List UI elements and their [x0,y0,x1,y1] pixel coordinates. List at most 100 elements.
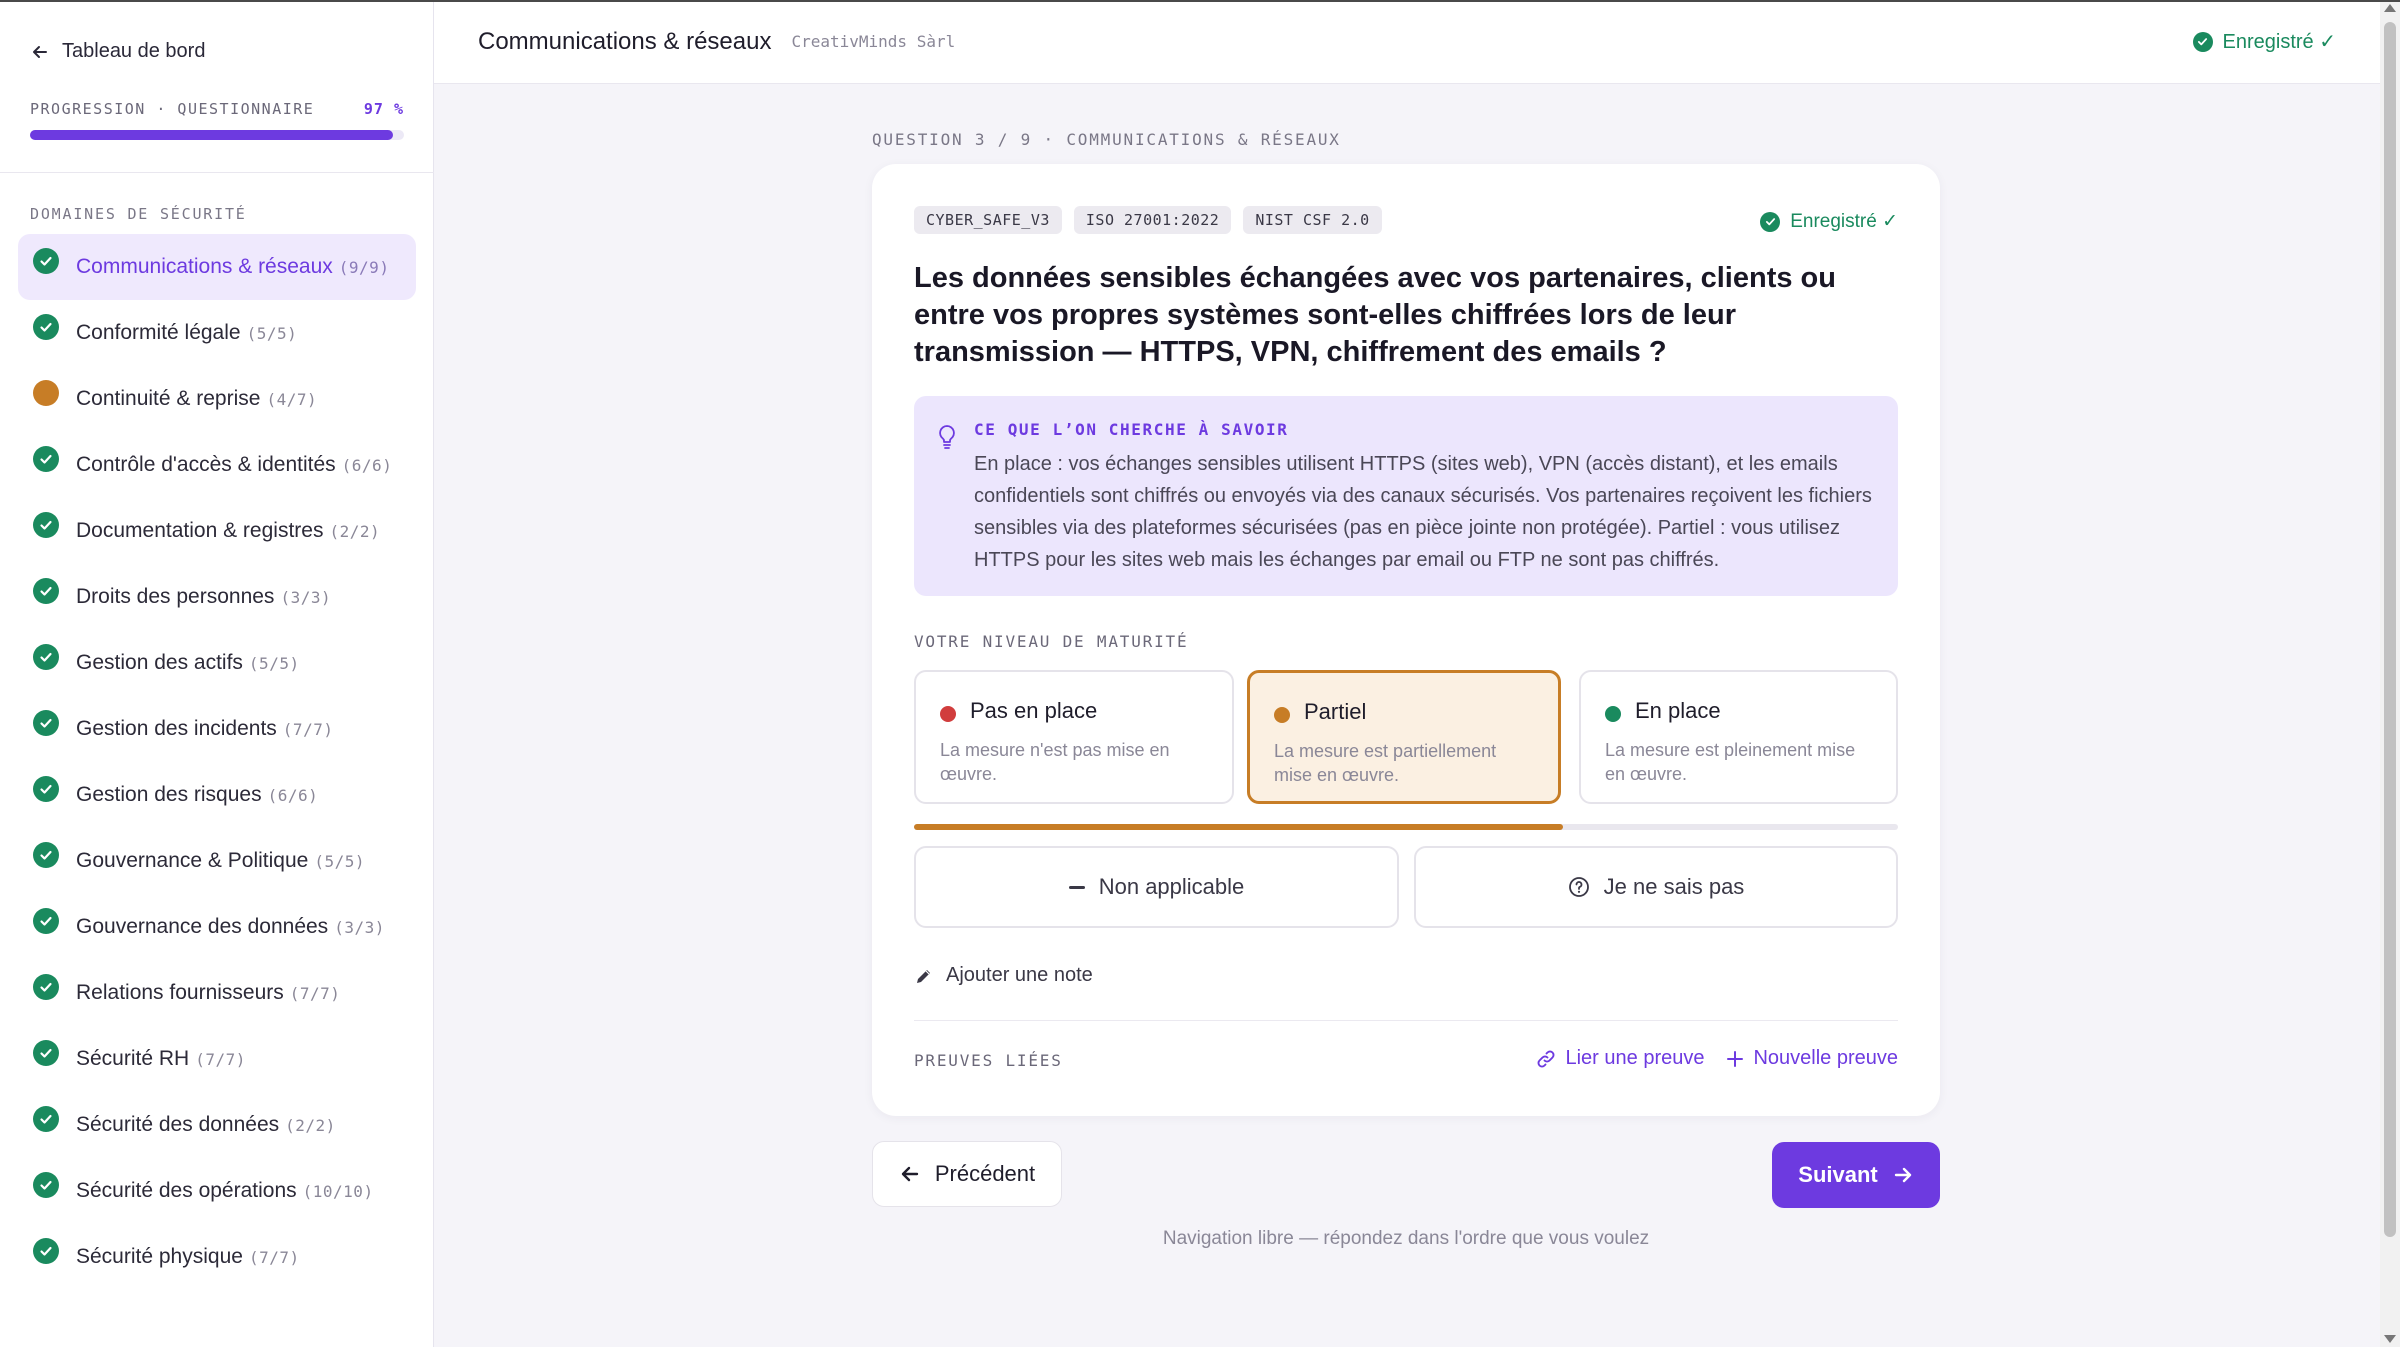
sidebar-item-domain[interactable]: Conformité légale (5/5) [18,300,416,366]
domain-label: Gestion des actifs [76,651,243,674]
dont-know-button[interactable]: Je ne sais pas [1414,846,1898,928]
question-card: CYBER_SAFE_V3 ISO 27001:2022 NIST CSF 2.… [872,164,1940,1116]
proof-actions: Lier une preuve Nouvelle preuve [1536,1047,1898,1070]
domain-count: (7/7) [289,983,341,1003]
maturity-options: Pas en place La mesure n'est pas mise en… [914,670,1898,804]
check-circle-icon [32,1039,60,1067]
domain-label: Gouvernance des données [76,915,329,938]
option-title: Pas en place [970,698,1098,723]
progress-bar [30,130,404,140]
sidebar-item-domain[interactable]: Sécurité des opérations (10/10) [18,1158,416,1224]
back-label: Tableau de bord [62,40,206,62]
back-to-dashboard-link[interactable]: Tableau de bord [30,40,205,63]
check-circle-icon [32,1105,60,1133]
option-partiel[interactable]: Partiel La mesure est partiellement mise… [1247,670,1561,804]
option-en-place[interactable]: En place La mesure est pleinement mise e… [1579,670,1898,804]
check-circle-icon [2192,31,2213,52]
page-title: Communications & réseaux [478,27,772,55]
option-description: La mesure n'est pas mise en œuvre. [940,740,1170,784]
tag-nist: NIST CSF 2.0 [1243,206,1382,234]
new-proof-label: Nouvelle preuve [1753,1047,1898,1069]
check-circle-icon [32,313,60,341]
scrollbar[interactable] [2380,0,2400,1347]
domain-count: (7/7) [248,1247,300,1267]
domain-label: Gestion des risques [76,783,262,806]
hint-box: CE QUE L’ON CHERCHE À SAVOIR En place : … [914,396,1898,596]
check-circle-icon [32,1171,60,1199]
plus-icon [1727,1050,1744,1067]
sidebar-item-domain[interactable]: Gouvernance des données (3/3) [18,894,416,960]
domain-label: Relations fournisseurs [76,981,284,1004]
sidebar-item-domain[interactable]: Sécurité RH (7/7) [18,1026,416,1092]
domain-label: Continuité & reprise [76,387,261,410]
sidebar-item-domain[interactable]: Relations fournisseurs (7/7) [18,960,416,1026]
partial-status-icon [32,379,60,407]
check-circle-icon [32,907,60,935]
add-note-button[interactable]: Ajouter une note [914,964,1093,987]
question-text: Les données sensibles échangées avec vos… [914,262,1836,368]
domain-label: Sécurité physique [76,1245,243,1268]
previous-label: Précédent [934,1161,1036,1186]
progress-bar-fill [30,130,393,140]
card-divider [914,1020,1898,1021]
status-dot-orange [1274,707,1290,723]
check-circle-icon [32,1237,60,1265]
sidebar-item-domain[interactable]: Gouvernance & Politique (5/5) [18,828,416,894]
domain-label: Sécurité RH [76,1047,190,1070]
sidebar-item-domain[interactable]: Communications & réseaux (9/9) [18,234,416,300]
domain-count: (5/5) [314,851,365,871]
domain-count: (5/5) [248,653,300,673]
domain-count: (3/3) [334,917,385,937]
domain-label: Documentation & registres [76,519,324,542]
domain-count: (5/5) [246,323,298,343]
next-button[interactable]: Suivant [1772,1142,1940,1208]
minus-icon [1068,885,1085,889]
tag-cyber-safe: CYBER_SAFE_V3 [914,206,1062,234]
scroll-up-icon[interactable] [2384,4,2396,12]
option-pas-en-place[interactable]: Pas en place La mesure n'est pas mise en… [914,670,1234,804]
hint-title: CE QUE L’ON CHERCHE À SAVOIR [974,420,1289,439]
framework-tags: CYBER_SAFE_V3 ISO 27001:2022 NIST CSF 2.… [914,206,1382,234]
domain-label: Conformité légale [76,321,241,344]
top-header: Communications & réseaux CreativMinds Sà… [434,0,2380,84]
sidebar: Tableau de bord PROGRESSION · QUESTIONNA… [0,0,434,1347]
sidebar-item-domain[interactable]: Sécurité physique (7/7) [18,1224,416,1290]
lightbulb-icon [939,425,955,449]
domain-count: (7/7) [282,719,334,739]
sidebar-item-domain[interactable]: Continuité & reprise (4/7) [18,366,416,432]
sidebar-item-domain[interactable]: Contrôle d'accès & identités (6/6) [18,432,416,498]
previous-button[interactable]: Précédent [872,1141,1062,1207]
sidebar-item-domain[interactable]: Gestion des actifs (5/5) [18,630,416,696]
pencil-icon [917,969,930,983]
check-circle-icon [32,841,60,869]
check-circle-icon [32,709,60,737]
tag-iso: ISO 27001:2022 [1073,206,1232,234]
window-top-border [0,0,2400,2]
domain-count: (10/10) [302,1181,374,1201]
scrollbar-thumb[interactable] [2384,22,2396,1237]
link-icon [1538,1050,1555,1067]
scroll-down-icon[interactable] [2384,1335,2396,1343]
option-title: En place [1635,698,1721,723]
next-label: Suivant [1798,1162,1878,1187]
sidebar-item-domain[interactable]: Droits des personnes (3/3) [18,564,416,630]
check-circle-icon [1760,211,1781,232]
link-proof-button[interactable]: Lier une preuve [1536,1047,1704,1070]
domains-section-title: DOMAINES DE SÉCURITÉ [30,205,247,223]
domain-label: Droits des personnes [76,585,275,608]
not-applicable-label: Non applicable [1098,874,1245,899]
domain-count: (2/2) [329,521,381,541]
sidebar-item-domain[interactable]: Sécurité des données (2/2) [18,1092,416,1158]
domain-count: (4/7) [266,389,318,409]
sidebar-item-domain[interactable]: Gestion des risques (6/6) [18,762,416,828]
domain-label: Sécurité des opérations [76,1179,297,1202]
linked-proofs-label: PREUVES LIÉES [914,1051,1063,1070]
not-applicable-button[interactable]: Non applicable [914,846,1399,928]
maturity-level-fill [914,824,1564,830]
new-proof-button[interactable]: Nouvelle preuve [1726,1047,1898,1070]
sidebar-item-domain[interactable]: Gestion des incidents (7/7) [18,696,416,762]
progress-label: PROGRESSION · QUESTIONNAIRE [30,100,315,118]
dont-know-label: Je ne sais pas [1603,874,1745,899]
sidebar-item-domain[interactable]: Documentation & registres (2/2) [18,498,416,564]
domain-label: Sécurité des données [76,1113,280,1136]
